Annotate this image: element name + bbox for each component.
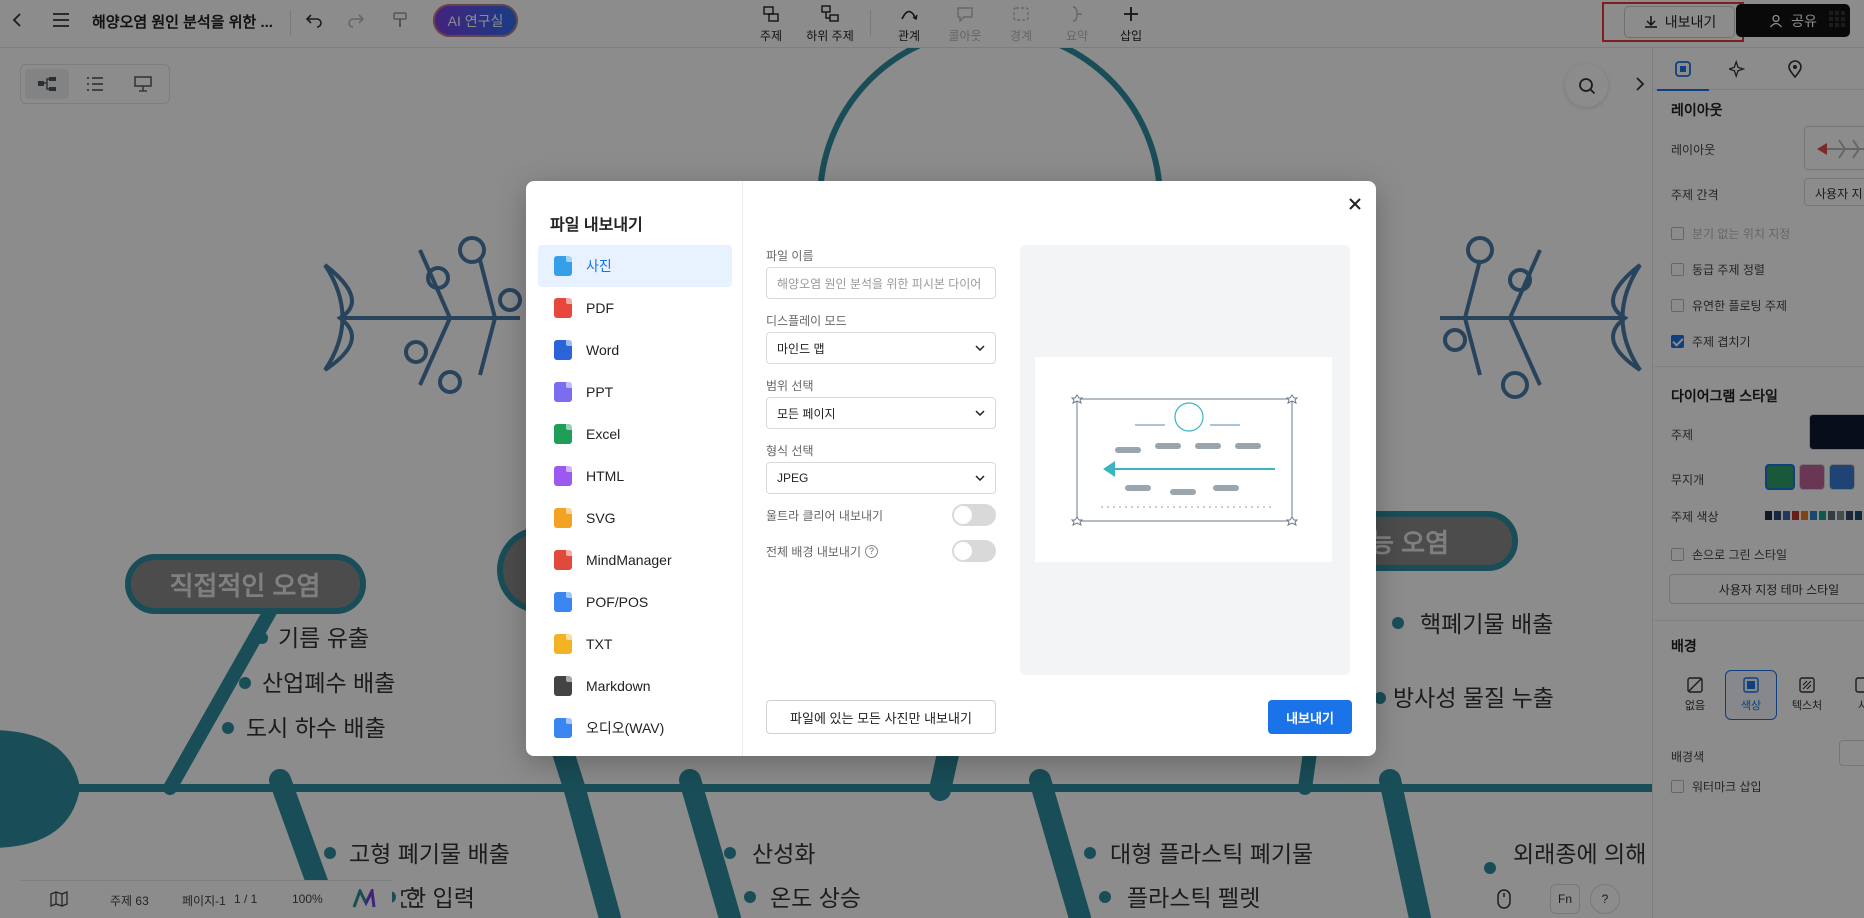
format-item[interactable]: 오디오(WAV) <box>538 707 732 749</box>
format-label: Markdown <box>586 678 651 694</box>
format-label: Excel <box>586 426 621 442</box>
ultra-clear-toggle[interactable] <box>952 504 996 526</box>
file-name-input[interactable]: 해양오염 원인 분석을 위한 피시본 다이어 <box>766 267 996 299</box>
range-label: 범위 선택 <box>766 379 814 393</box>
display-mode-select[interactable]: 마인드 맵 <box>766 332 996 364</box>
chevron-down-icon <box>975 475 985 481</box>
format-label: PPT <box>586 384 614 400</box>
format-label: POF/POS <box>586 594 649 610</box>
format-item[interactable]: MindManager <box>538 539 732 581</box>
format-item[interactable]: TXT <box>538 623 732 665</box>
format-label: HTML <box>586 468 625 484</box>
export-button[interactable]: 내보내기 <box>1268 700 1352 734</box>
format-label: 형식 선택 <box>766 444 814 458</box>
format-item[interactable]: 사진 <box>538 245 732 287</box>
ultra-clear-row: 울트라 클리어 내보내기 <box>766 504 996 526</box>
format-label: MindManager <box>586 552 672 568</box>
format-select[interactable]: JPEG <box>766 462 996 494</box>
format-label: PDF <box>586 300 614 316</box>
close-icon[interactable] <box>1344 193 1366 215</box>
export-dialog: 파일 내보내기 사진 PDF Word PPT Excel HTML SVG MindMana… <box>526 181 1376 756</box>
format-label: 사진 <box>586 258 612 274</box>
format-item[interactable]: SVG <box>538 497 732 539</box>
file-format-icon <box>554 340 572 360</box>
full-background-toggle[interactable] <box>952 540 996 562</box>
format-item[interactable]: Word <box>538 329 732 371</box>
format-item[interactable]: Markdown <box>538 665 732 707</box>
display-mode-label: 디스플레이 모드 <box>766 314 847 328</box>
range-select[interactable]: 모든 페이지 <box>766 397 996 429</box>
file-name-label: 파일 이름 <box>766 249 814 263</box>
file-format-icon <box>554 424 572 444</box>
full-background-row: 전체 배경 내보내기? <box>766 540 996 562</box>
file-format-icon <box>554 676 572 696</box>
chevron-down-icon <box>975 345 985 351</box>
ultra-clear-label: 울트라 클리어 내보내기 <box>766 508 884 523</box>
format-label: SVG <box>586 510 616 526</box>
format-value: JPEG <box>777 471 809 485</box>
export-all-images-button[interactable]: 파일에 있는 모든 사진만 내보내기 <box>766 700 996 734</box>
export-preview <box>1020 245 1350 675</box>
format-label: 오디오(WAV) <box>586 720 665 736</box>
format-list: 사진 PDF Word PPT Excel HTML SVG MindManager POF/P… <box>538 245 732 756</box>
file-format-icon <box>554 592 572 612</box>
format-item[interactable]: HTML <box>538 455 732 497</box>
file-format-icon <box>554 382 572 402</box>
file-format-icon <box>554 298 572 318</box>
file-format-icon <box>554 466 572 486</box>
file-format-icon <box>554 256 572 276</box>
preview-thumbnail <box>1035 357 1332 562</box>
format-item[interactable]: Excel <box>538 413 732 455</box>
format-label: TXT <box>586 636 613 652</box>
format-item[interactable]: PDF <box>538 287 732 329</box>
file-format-icon <box>554 634 572 654</box>
chevron-down-icon <box>975 410 985 416</box>
full-background-label: 전체 배경 내보내기 <box>766 544 861 559</box>
help-icon[interactable]: ? <box>865 544 878 558</box>
file-format-icon <box>554 718 572 738</box>
file-format-icon <box>554 508 572 528</box>
format-sidebar: 파일 내보내기 사진 PDF Word PPT Excel HTML SVG MindMana… <box>526 181 743 756</box>
format-label: Word <box>586 342 620 358</box>
display-mode-value: 마인드 맵 <box>777 341 825 356</box>
format-item[interactable]: POF/POS <box>538 581 732 623</box>
dialog-title: 파일 내보내기 <box>550 217 643 234</box>
format-item[interactable]: PPT <box>538 371 732 413</box>
range-value: 모든 페이지 <box>777 406 836 421</box>
file-format-icon <box>554 550 572 570</box>
